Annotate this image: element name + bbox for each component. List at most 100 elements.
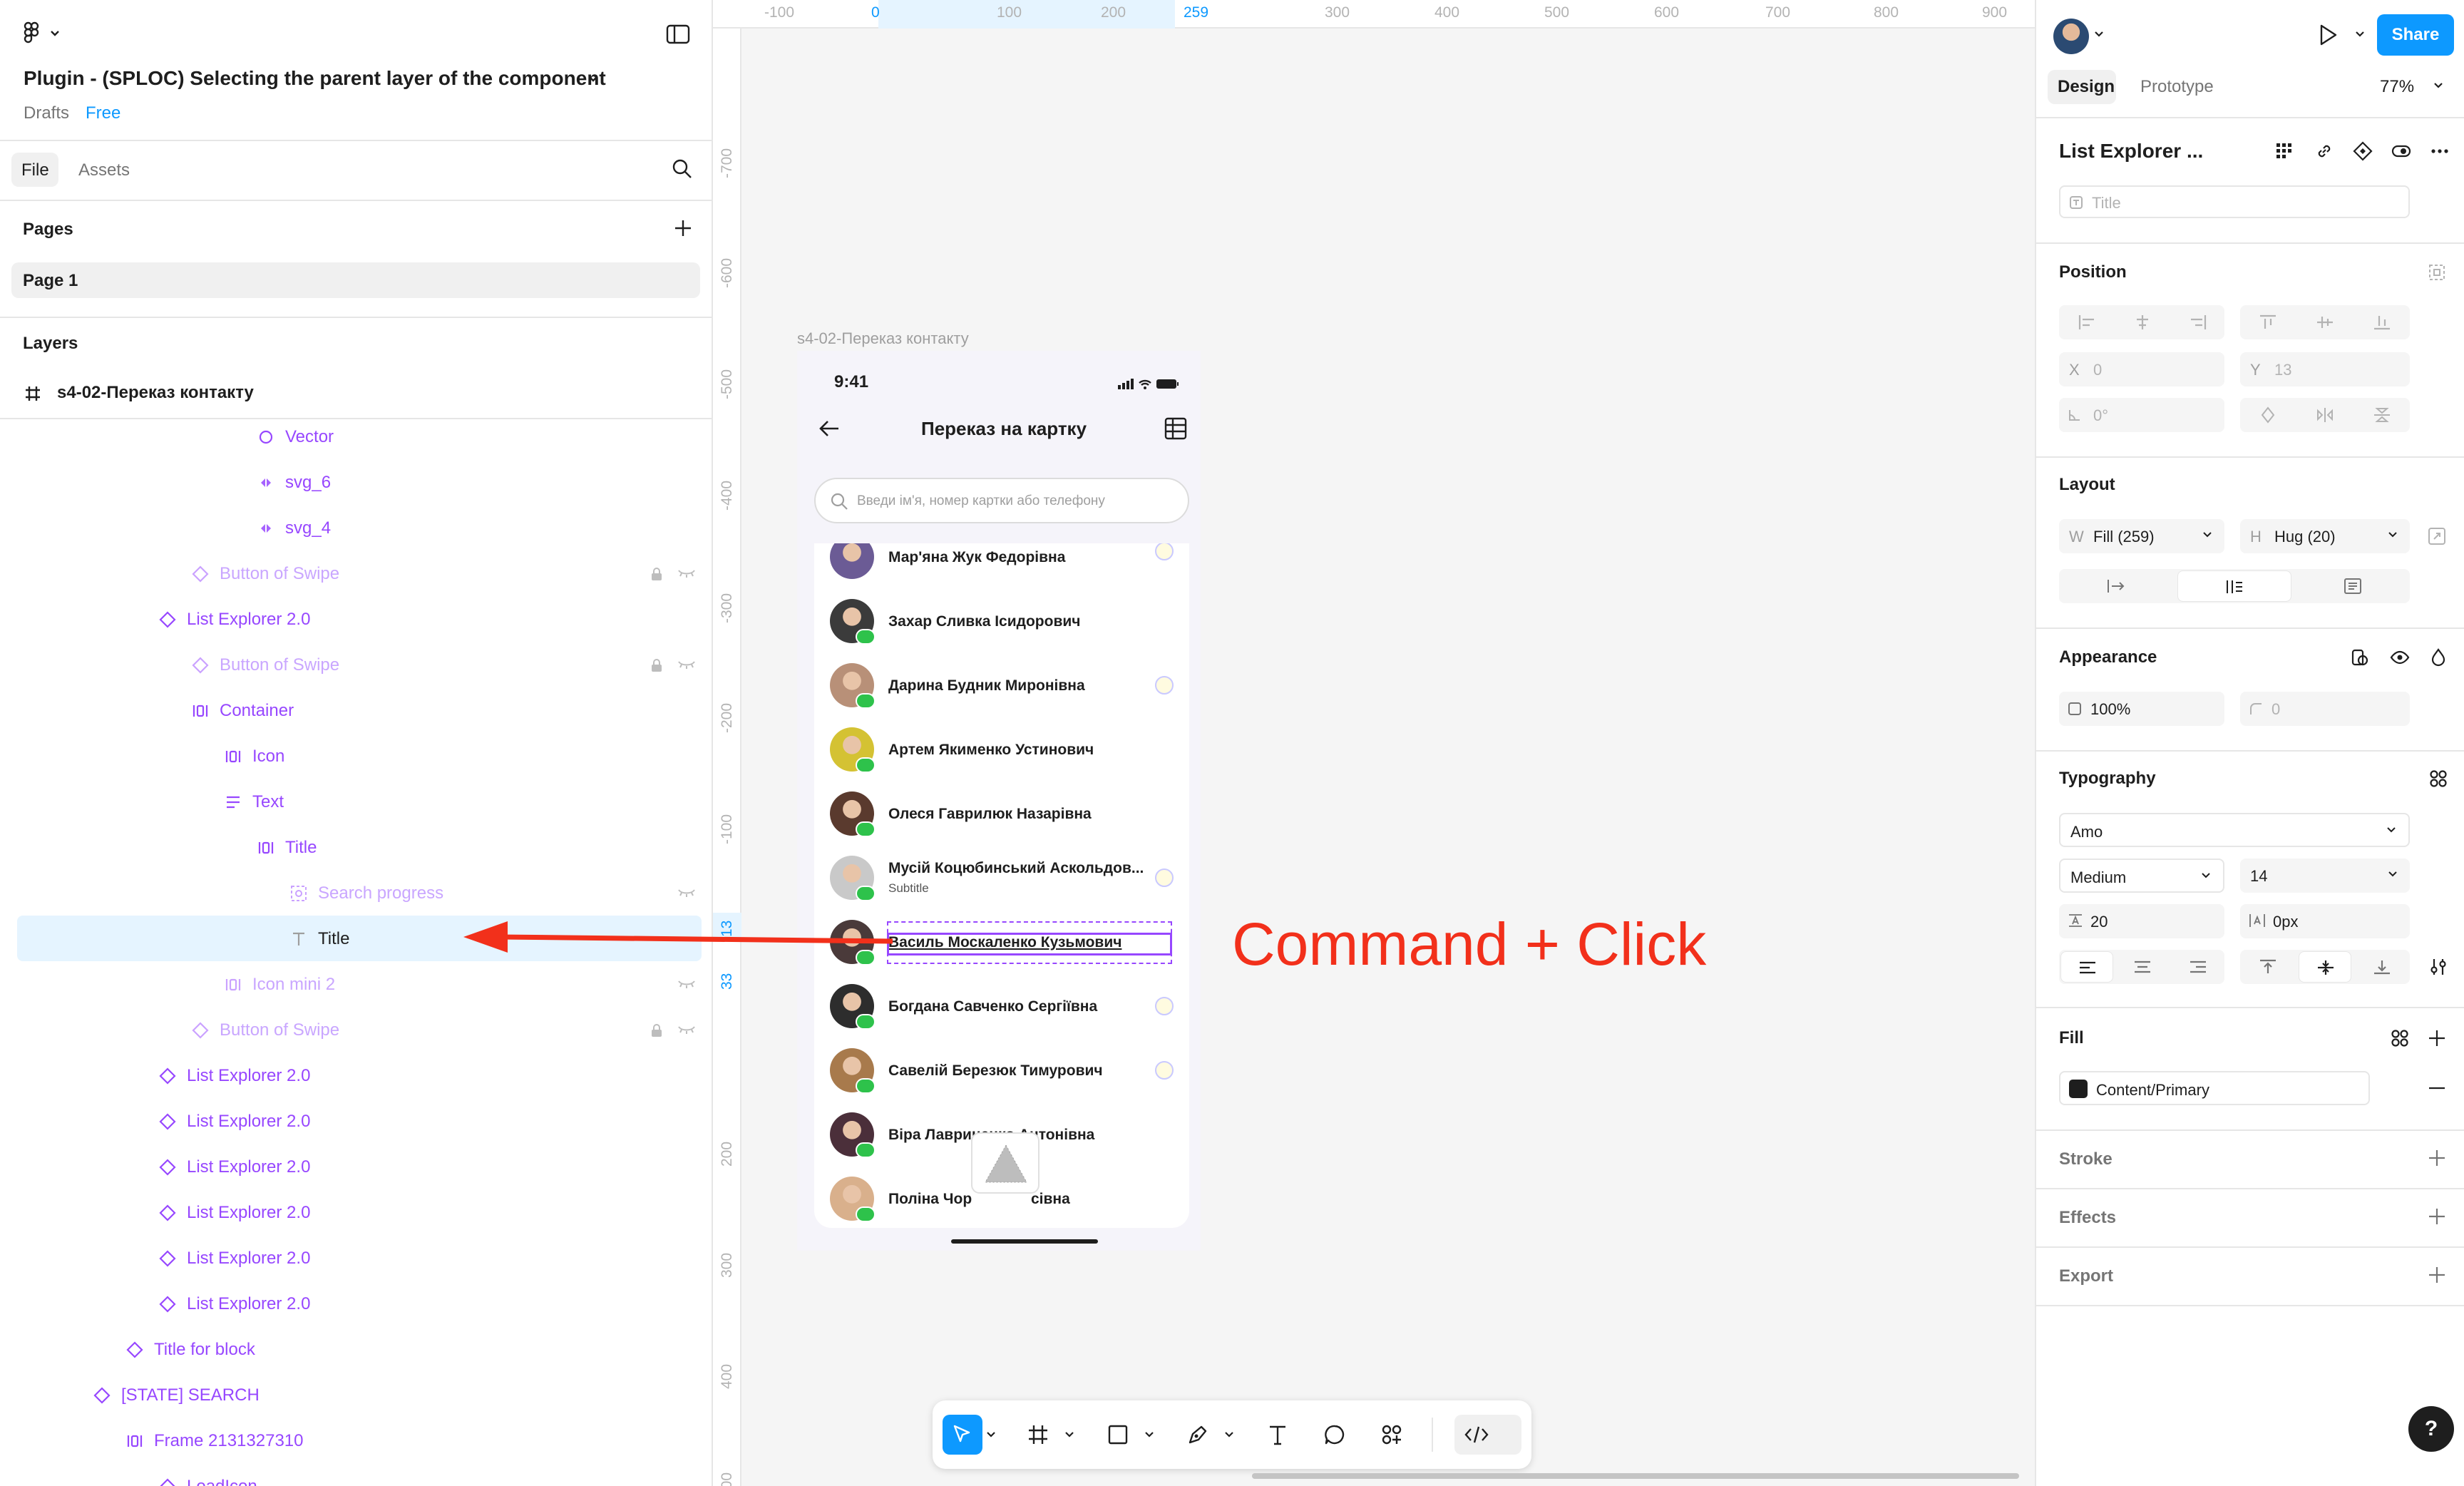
layer-row[interactable]: [STATE] SEARCH (0, 1372, 712, 1418)
layer-row[interactable]: List Explorer 2.0 (0, 1235, 712, 1281)
layer-row[interactable]: List Explorer 2.0 (0, 1052, 712, 1098)
rotation-field[interactable]: 0° (2059, 398, 2224, 432)
constraints-icon[interactable] (2427, 262, 2447, 282)
vertical-align-bottom-icon[interactable] (2373, 958, 2391, 975)
layer-row[interactable]: Title (0, 824, 712, 870)
chevron-down-icon[interactable] (2093, 30, 2105, 39)
play-icon[interactable] (2316, 23, 2340, 47)
vertical-align-middle-option[interactable] (2299, 951, 2351, 983)
contact-row[interactable]: Олеся Гаврилюк Назарівна (814, 782, 1189, 846)
fixed-size-icon[interactable] (2343, 578, 2363, 595)
type-settings-icon[interactable] (2428, 957, 2448, 977)
frame-tool-button[interactable] (1018, 1415, 1058, 1455)
hidden-eye-icon[interactable] (677, 659, 696, 672)
layer-row[interactable]: Container (0, 687, 712, 733)
hidden-eye-icon[interactable] (677, 568, 696, 580)
effects-heading[interactable]: Effects (2059, 1208, 2116, 1228)
add-effect-icon[interactable] (2427, 1206, 2447, 1226)
component-prop-field[interactable]: Title (2059, 185, 2410, 218)
layer-row[interactable]: Text (0, 779, 712, 824)
stroke-heading[interactable]: Stroke (2059, 1149, 2113, 1169)
add-page-button[interactable] (673, 218, 693, 238)
letter-spacing-field[interactable]: 0px (2240, 904, 2410, 938)
eye-icon[interactable] (2390, 647, 2410, 667)
layer-row[interactable]: Icon mini 2 (0, 961, 712, 1007)
align-left-option[interactable] (2060, 951, 2113, 983)
component-diamond-icon[interactable] (2353, 141, 2373, 161)
height-field[interactable]: H Hug (20) (2240, 519, 2410, 553)
page-item-page-1[interactable]: Page 1 (11, 262, 700, 298)
vertical-align-top-icon[interactable] (2259, 958, 2277, 975)
contact-row[interactable]: Мар'яна Жук Федорівна (814, 543, 1189, 589)
y-field[interactable]: Y 13 (2240, 352, 2410, 386)
layer-row[interactable]: Title for block (0, 1326, 712, 1372)
layer-row[interactable]: LoadIcon (0, 1463, 712, 1486)
hidden-eye-icon[interactable] (677, 887, 696, 900)
lock-icon[interactable] (649, 1023, 664, 1038)
align-right-icon[interactable] (2189, 314, 2207, 331)
lock-icon[interactable] (649, 657, 664, 673)
align-left-icon[interactable] (2078, 314, 2096, 331)
corner-radius-field[interactable]: 0 (2240, 692, 2410, 726)
tab-design[interactable]: Design (2058, 77, 2115, 97)
resources-tool-button[interactable] (1372, 1415, 1412, 1455)
fill-style-field[interactable]: Content/Primary (2059, 1071, 2370, 1105)
layer-row[interactable]: Search progress (0, 870, 712, 916)
align-center-h-icon[interactable] (2133, 314, 2152, 331)
back-arrow-icon[interactable] (817, 418, 841, 439)
link-icon[interactable] (2314, 141, 2334, 161)
contact-row[interactable]: Артем Якименко Устинович (814, 717, 1189, 782)
tab-assets[interactable]: Assets (78, 160, 130, 180)
comment-tool-button[interactable] (1315, 1415, 1355, 1455)
list-icon[interactable] (1164, 416, 1188, 441)
search-layers-button[interactable] (672, 158, 693, 180)
line-height-field[interactable]: 20 (2059, 904, 2224, 938)
export-heading[interactable]: Export (2059, 1266, 2113, 1286)
layer-row[interactable]: List Explorer 2.0 (0, 1189, 712, 1235)
component-grid-icon[interactable] (2274, 141, 2294, 161)
pen-tool-button[interactable] (1178, 1415, 1218, 1455)
chevron-down-icon[interactable] (2433, 81, 2444, 90)
fill-styles-icon[interactable] (2390, 1028, 2410, 1048)
layer-row[interactable]: Vector (0, 414, 712, 459)
hidden-eye-icon[interactable] (677, 978, 696, 991)
dev-mode-toggle[interactable] (1454, 1415, 1521, 1455)
file-menu-chevron[interactable] (586, 74, 600, 84)
auto-height-option[interactable] (2177, 570, 2291, 602)
chevron-down-icon[interactable] (1223, 1430, 1235, 1439)
text-align-center-icon[interactable] (2133, 960, 2152, 974)
align-top-icon[interactable] (2259, 314, 2277, 331)
layer-row[interactable]: List Explorer 2.0 (0, 1281, 712, 1326)
font-weight-select[interactable]: Medium (2059, 859, 2224, 893)
selected-layer-name[interactable]: List Explorer ... (2059, 140, 2203, 163)
help-button[interactable]: ? (2408, 1406, 2454, 1452)
eye-toggle-icon[interactable] (2391, 141, 2411, 161)
align-middle-icon[interactable] (2316, 314, 2334, 331)
chevron-down-icon[interactable] (1144, 1430, 1155, 1439)
zoom-level[interactable]: 77% (2380, 77, 2414, 97)
tab-prototype[interactable]: Prototype (2140, 77, 2214, 97)
blend-mode-icon[interactable] (2428, 647, 2448, 667)
chevron-down-icon[interactable] (985, 1430, 997, 1439)
share-button[interactable]: Share (2377, 14, 2454, 56)
contact-row[interactable]: Богдана Савченко Сергіївна (814, 974, 1189, 1038)
move-tool-button[interactable] (943, 1415, 982, 1455)
text-align-right-icon[interactable] (2189, 960, 2207, 974)
tab-file[interactable]: File (21, 160, 49, 180)
layer-row[interactable]: Button of Swipe (0, 1007, 712, 1052)
opacity-field[interactable]: 100% (2059, 692, 2224, 726)
layer-row[interactable]: Button of Swipe (0, 550, 712, 596)
remove-fill-icon[interactable] (2427, 1078, 2447, 1098)
lock-icon[interactable] (649, 566, 664, 582)
frame-layer-row[interactable]: s4-02-Переказ контакту (57, 383, 254, 403)
main-menu-button[interactable] (23, 21, 63, 46)
font-size-field[interactable]: 14 (2240, 859, 2410, 893)
search-input[interactable]: Введи ім'я, номер картки або телефону (814, 478, 1189, 523)
rotate-icon[interactable] (2259, 406, 2277, 424)
file-location[interactable]: Drafts (24, 103, 69, 123)
chevron-down-icon[interactable] (1064, 1430, 1075, 1439)
canvas-frame-label[interactable]: s4-02-Переказ контакту (797, 329, 969, 348)
layer-row[interactable]: svg_6 (0, 459, 712, 505)
user-avatar[interactable] (2053, 19, 2089, 54)
more-icon[interactable] (2430, 141, 2450, 161)
